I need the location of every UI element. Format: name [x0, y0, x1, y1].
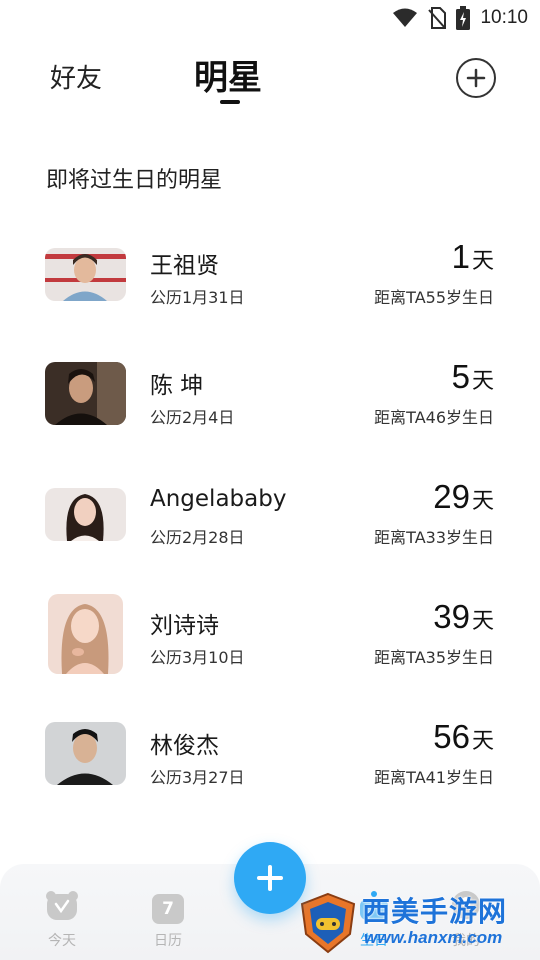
- avatar: [45, 248, 126, 301]
- celebrity-name: 林俊杰: [150, 733, 219, 759]
- top-tabs: 好友 明星: [0, 50, 540, 110]
- nav-item-today[interactable]: 今天: [32, 890, 92, 950]
- status-time: 10:10: [480, 7, 528, 28]
- days-countdown: 39 天: [433, 598, 494, 636]
- avatar: [48, 594, 123, 674]
- tab-friends[interactable]: 好友: [50, 58, 102, 95]
- bear-face-icon: [45, 890, 79, 924]
- nav-label: 日历: [154, 933, 182, 949]
- list-item[interactable]: 王祖贤 公历1月31日 1 天 距离TA55岁生日: [0, 220, 540, 340]
- days-unit: 天: [471, 249, 494, 274]
- list-item[interactable]: 林俊杰 公历3月27日 56 天 距离TA41岁生日: [0, 700, 540, 820]
- avatar: [45, 722, 126, 785]
- birthday-date: 公历3月27日: [150, 768, 245, 787]
- watermark-url: www.hanxm.com: [364, 928, 503, 947]
- age-text: 距离TA41岁生日: [374, 768, 494, 787]
- wifi-icon: [392, 7, 418, 29]
- celebrity-list: 王祖贤 公历1月31日 1 天 距离TA55岁生日 陈 坤 公历2月4日 5 天…: [0, 220, 540, 820]
- plus-icon: [257, 865, 283, 891]
- days-number: 56: [433, 718, 470, 755]
- avatar: [45, 362, 126, 425]
- days-number: 1: [451, 238, 470, 275]
- watermark-title: 西美手游网: [362, 895, 508, 928]
- nav-label: 今天: [48, 933, 76, 949]
- age-text: 距离TA46岁生日: [374, 408, 494, 427]
- shield-logo: [298, 892, 358, 958]
- days-number: 29: [433, 478, 470, 515]
- celebrity-name: Angelababy: [150, 486, 287, 512]
- tab-stars[interactable]: 明星: [194, 50, 262, 99]
- watermark: 西美手游网 www.hanxm.com: [292, 888, 532, 958]
- avatar: [45, 488, 126, 541]
- age-text: 距离TA55岁生日: [374, 288, 494, 307]
- list-item[interactable]: Angelababy 公历2月28日 29 天 距离TA33岁生日: [0, 460, 540, 580]
- days-unit: 天: [471, 489, 494, 514]
- fab-add-button[interactable]: [234, 842, 306, 914]
- battery-charging-icon: [456, 6, 471, 30]
- add-button[interactable]: [456, 58, 496, 98]
- plus-circle-icon: [466, 68, 486, 88]
- calendar-7-icon: 7: [152, 894, 184, 924]
- list-item[interactable]: 陈 坤 公历2月4日 5 天 距离TA46岁生日: [0, 340, 540, 460]
- days-number: 39: [433, 598, 470, 635]
- section-title: 即将过生日的明星: [46, 168, 223, 193]
- days-countdown: 56 天: [433, 718, 494, 756]
- days-unit: 天: [471, 609, 494, 634]
- birthday-date: 公历2月4日: [150, 408, 235, 427]
- days-countdown: 5 天: [452, 358, 494, 396]
- celebrity-name: 陈 坤: [150, 373, 204, 399]
- days-countdown: 29 天: [433, 478, 494, 516]
- birthday-date: 公历1月31日: [150, 288, 245, 307]
- celebrity-name: 刘诗诗: [150, 613, 219, 639]
- status-bar: 10:10: [0, 0, 540, 36]
- days-countdown: 1 天: [452, 238, 494, 276]
- list-item[interactable]: 刘诗诗 公历3月10日 39 天 距离TA35岁生日: [0, 580, 540, 700]
- age-text: 距离TA33岁生日: [374, 528, 494, 547]
- birthday-date: 公历2月28日: [150, 528, 245, 547]
- days-number: 5: [451, 358, 470, 395]
- active-tab-indicator: [220, 100, 240, 104]
- celebrity-name: 王祖贤: [150, 253, 219, 279]
- age-text: 距离TA35岁生日: [374, 648, 494, 667]
- nav-item-calendar[interactable]: 7 日历: [138, 894, 198, 950]
- birthday-date: 公历3月10日: [150, 648, 245, 667]
- days-unit: 天: [471, 729, 494, 754]
- days-unit: 天: [471, 369, 494, 394]
- no-sim-icon: [428, 7, 447, 29]
